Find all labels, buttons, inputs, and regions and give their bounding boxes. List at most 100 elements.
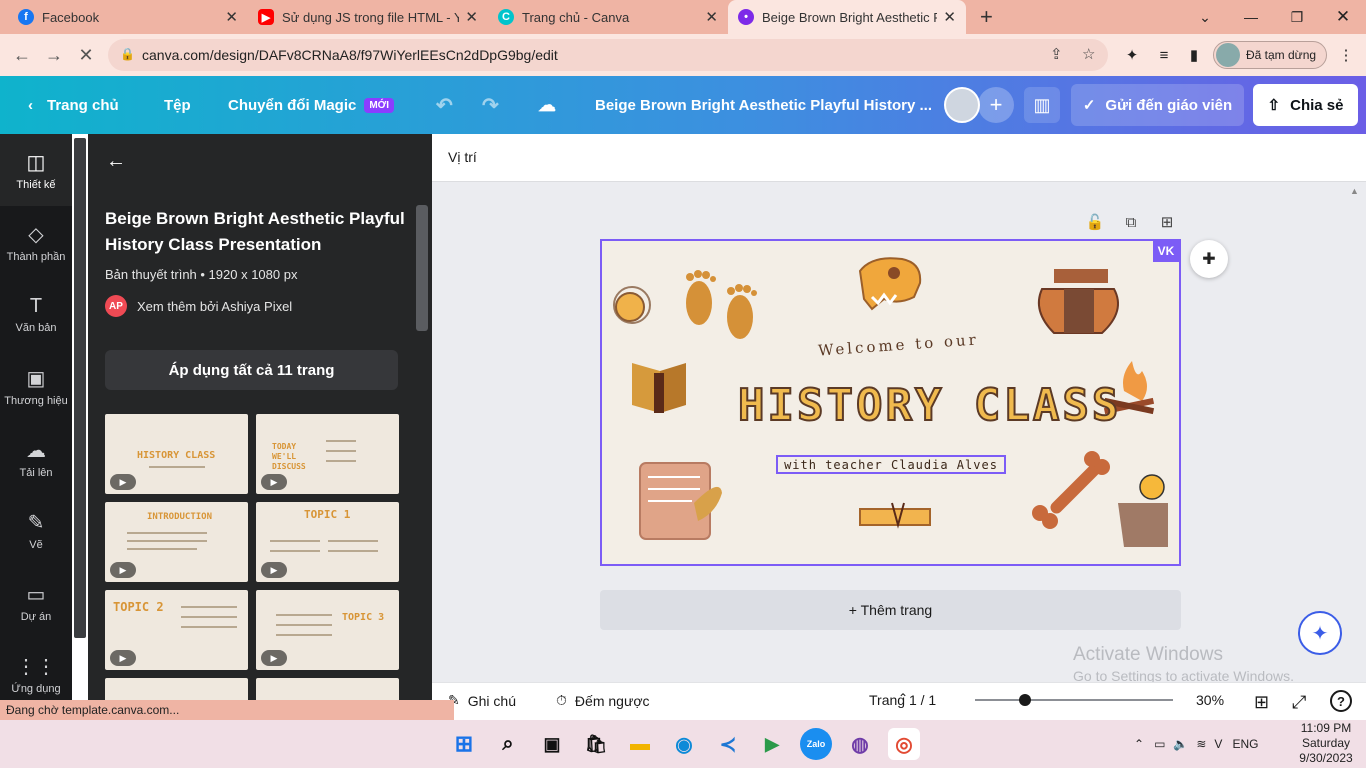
vietnamese-ime-icon[interactable]: V <box>1214 737 1222 751</box>
add-collaborator-icon[interactable]: + <box>978 87 1014 123</box>
rail-item-brand[interactable]: ▣ Thương hiệu <box>0 350 72 422</box>
footprints-illustration <box>686 270 757 339</box>
insights-chart-icon[interactable]: ▥ <box>1024 87 1060 123</box>
arrow-left-icon[interactable]: ← <box>106 150 126 173</box>
stop-loading-icon[interactable]: ✕ <box>74 43 98 67</box>
template-page-thumbnail[interactable]: TODAY WE'LL DISCUSS ▶ <box>256 414 399 494</box>
tab-youtube[interactable]: ▶ Sử dụng JS trong file HTML - You ✕ <box>248 0 488 34</box>
duplicate-page-icon[interactable]: ⧉ <box>1121 212 1141 232</box>
panel-scrollbar[interactable] <box>416 205 428 331</box>
timer-button[interactable]: ⏱ Đếm ngược <box>556 692 650 709</box>
url-field[interactable]: 🔒 canva.com/design/DAFv8CRNaA8/f97WiYerl… <box>108 39 1108 71</box>
store-icon[interactable]: 🛍 <box>580 728 612 760</box>
rail-item-design[interactable]: ◫ Thiết kế <box>0 134 72 206</box>
add-comment-icon[interactable]: ✚ <box>1190 240 1228 278</box>
file-menu-button[interactable]: Tệp <box>164 76 191 134</box>
cloud-saved-icon[interactable]: ☁ <box>538 76 556 134</box>
github-desktop-icon[interactable]: ◍ <box>844 728 876 760</box>
position-button[interactable]: Vị trí <box>448 149 477 165</box>
chrome-icon[interactable]: ◎ <box>888 728 920 760</box>
thumbnail-line <box>326 450 356 452</box>
rail-item-elements[interactable]: ◇ Thành phần <box>0 206 72 278</box>
back-icon[interactable]: ← <box>10 43 34 67</box>
search-icon[interactable]: ⌕ <box>492 728 524 760</box>
extensions-icon[interactable]: ✦ <box>1120 43 1144 67</box>
tab-canva-home[interactable]: C Trang chủ - Canva ✕ <box>488 0 728 34</box>
tab-search-icon[interactable]: ⌄ <box>1182 0 1228 34</box>
zoom-slider[interactable] <box>975 699 1173 701</box>
zoom-level[interactable]: 30% <box>1196 692 1224 708</box>
magic-switch-button[interactable]: Chuyển đổi Magic MỚI <box>228 76 394 134</box>
media-player-icon[interactable]: ▶ <box>756 728 788 760</box>
design-title[interactable]: Beige Brown Bright Aesthetic Playful His… <box>595 76 932 134</box>
notes-button[interactable]: ✎ Ghi chú <box>448 692 516 709</box>
add-page-button[interactable]: + Thêm trang <box>600 590 1181 630</box>
close-tab-icon[interactable]: ✕ <box>943 8 956 26</box>
fullscreen-icon[interactable]: ⤢ <box>1292 692 1306 713</box>
apps-icon: ⋮⋮ <box>16 655 56 678</box>
template-page-thumbnail[interactable] <box>105 678 248 700</box>
share-page-icon[interactable]: ⇪ <box>1050 45 1063 63</box>
rail-scrollbar[interactable] <box>74 138 86 638</box>
rail-label: Văn bản <box>15 321 57 334</box>
slide-title-text[interactable]: HISTORY CLASS <box>737 379 1121 432</box>
windows-start-icon[interactable]: ⊞ <box>448 728 480 760</box>
tab-facebook[interactable]: f Facebook ✕ <box>8 0 248 34</box>
grid-view-icon[interactable]: ⊞ <box>1254 692 1269 713</box>
browser-menu-icon[interactable]: ⋮ <box>1334 43 1358 67</box>
share-button[interactable]: ⇧ Chia sẻ <box>1253 84 1358 126</box>
template-page-thumbnail[interactable] <box>256 678 399 700</box>
redo-icon[interactable]: ↷ <box>482 76 499 134</box>
rail-item-text[interactable]: T Văn bản <box>0 278 72 350</box>
restore-icon[interactable]: ❐ <box>1274 0 1320 34</box>
language-indicator[interactable]: ENG <box>1232 737 1258 751</box>
file-explorer-icon[interactable]: ▬ <box>624 728 656 760</box>
edge-icon[interactable]: ◉ <box>668 728 700 760</box>
bookmark-star-icon[interactable]: ☆ <box>1082 45 1095 63</box>
zoom-slider-handle[interactable] <box>1018 694 1031 706</box>
new-badge: MỚI <box>364 97 394 113</box>
profile-button[interactable]: Đã tạm dừng <box>1213 41 1327 69</box>
chevron-up-icon[interactable]: ⌃ <box>1134 737 1144 751</box>
add-page-icon[interactable]: ⊞ <box>1157 212 1177 232</box>
magic-sparkle-icon[interactable]: ✦ <box>1298 611 1342 655</box>
rail-item-upload[interactable]: ☁ Tải lên <box>0 422 72 494</box>
canvas-scrollbar[interactable]: ▲ <box>1350 186 1364 660</box>
home-button[interactable]: ‹ Trang chủ <box>28 76 119 134</box>
taskbar-clock[interactable]: 11:09 PM Saturday 9/30/2023 <box>1296 720 1356 768</box>
tab-canva-design[interactable]: • Beige Brown Bright Aesthetic Pla ✕ <box>728 0 966 34</box>
template-page-thumbnail[interactable]: TOPIC 1 ▶ <box>256 502 399 582</box>
template-author[interactable]: AP Xem thêm bởi Ashiya Pixel <box>105 295 292 317</box>
template-page-thumbnail[interactable]: TOPIC 3 ▶ <box>256 590 399 670</box>
new-tab-button[interactable]: + <box>970 0 1006 34</box>
send-to-teacher-button[interactable]: ✓ Gửi đến giáo viên <box>1071 84 1244 126</box>
close-tab-icon[interactable]: ✕ <box>225 8 238 26</box>
vscode-icon[interactable]: ≺ <box>712 728 744 760</box>
rail-item-projects[interactable]: ▭ Dự án <box>0 566 72 638</box>
help-icon[interactable]: ? <box>1330 690 1352 712</box>
close-tab-icon[interactable]: ✕ <box>465 8 478 26</box>
lock-icon[interactable]: 🔓 <box>1085 212 1105 232</box>
rail-item-draw[interactable]: ✎ Vẽ <box>0 494 72 566</box>
template-page-thumbnail[interactable]: TOPIC 2 ▶ <box>105 590 248 670</box>
close-tab-icon[interactable]: ✕ <box>705 8 718 26</box>
play-icon: ▶ <box>110 650 136 666</box>
thumbnail-line <box>181 616 237 618</box>
apply-all-pages-button[interactable]: Áp dụng tất cả 11 trang <box>105 350 398 390</box>
side-panel-icon[interactable]: ▮ <box>1182 43 1206 67</box>
undo-icon[interactable]: ↶ <box>436 76 453 134</box>
template-page-thumbnail[interactable]: INTRODUCTION ▶ <box>105 502 248 582</box>
task-view-icon[interactable]: ▣ <box>536 728 568 760</box>
wifi-icon[interactable]: ≋ <box>1196 737 1206 751</box>
battery-icon[interactable]: ▭ <box>1154 737 1165 751</box>
volume-icon[interactable]: 🔈 <box>1173 737 1188 751</box>
page-indicator[interactable]: Trang 1 / 1 <box>869 692 936 708</box>
template-page-thumbnail[interactable]: HISTORY CLASS ▶ <box>105 414 248 494</box>
minimize-icon[interactable]: — <box>1228 0 1274 34</box>
collaborator-avatar[interactable] <box>944 87 980 123</box>
reading-list-icon[interactable]: ≡ <box>1152 43 1176 67</box>
slide-teacher-text[interactable]: with teacher Claudia Alves <box>776 455 1006 474</box>
zalo-icon[interactable]: Zalo <box>800 728 832 760</box>
forward-icon[interactable]: → <box>42 43 66 67</box>
close-window-icon[interactable]: ✕ <box>1320 0 1366 34</box>
